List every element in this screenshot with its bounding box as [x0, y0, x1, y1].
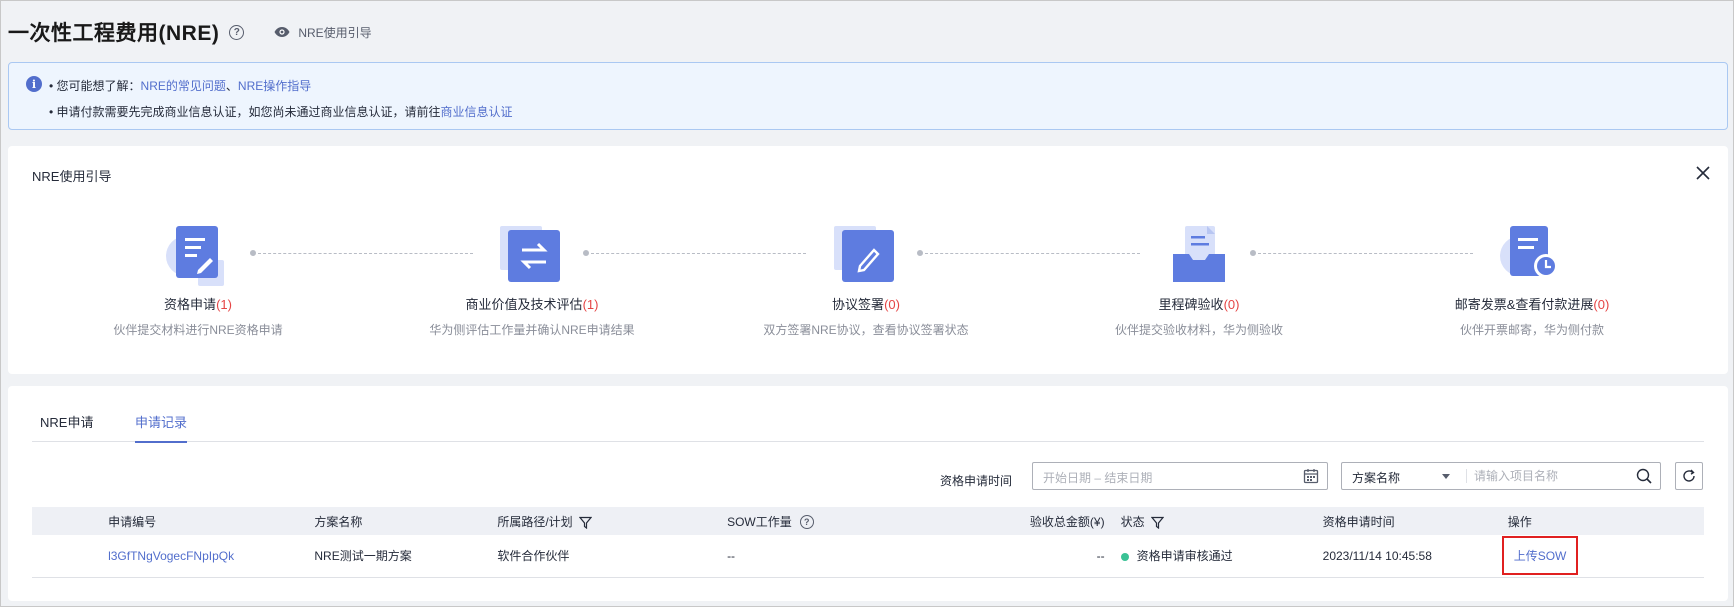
- pen-sign-icon: [834, 226, 898, 286]
- column-header: 操作: [1507, 514, 1532, 529]
- guide-card-title: NRE使用引导: [32, 169, 112, 184]
- step-desc: 伙伴提交材料进行NRE资格申请: [113, 323, 283, 337]
- cell-action: 上传SOW: [1500, 535, 1704, 577]
- step-name: 资格申请: [164, 297, 217, 312]
- nre-faq-link[interactable]: NRE的常见问题: [141, 79, 226, 93]
- column-header-label: 状态: [1120, 514, 1145, 529]
- caret-down-icon: [1442, 474, 1450, 479]
- step-desc: 伙伴提交验收材料，华为侧验收: [1114, 323, 1283, 337]
- column-header: 方案名称: [314, 514, 363, 529]
- application-id-link[interactable]: l3GfTNgVogecFNpIpQk: [100, 535, 306, 577]
- cell-time: 2023/11/14 10:45:58: [1322, 548, 1432, 563]
- page-title: 一次性工程费用(NRE): [8, 22, 220, 45]
- refresh-button[interactable]: [1675, 462, 1703, 490]
- cell-status: 资格申请审核通过: [1113, 535, 1315, 577]
- step-name: 邮寄发票&查看付款进展: [1454, 297, 1594, 312]
- table-header-row: 申请编号 方案名称 所属路径/计划 SOW工作量? 验收总金额(¥) 状态 资格…: [32, 507, 1704, 535]
- filter-icon[interactable]: [1150, 516, 1164, 529]
- table-row: l3GfTNgVogecFNpIpQk NRE测试一期方案 软件合作伙伴 -- …: [32, 535, 1704, 577]
- column-header-sow: SOW工作量?: [719, 507, 927, 535]
- column-header-path: 所属路径/计划: [489, 507, 719, 535]
- cell-amount: --: [1096, 548, 1105, 563]
- step-count: (0): [1223, 297, 1240, 312]
- step-count: (1): [216, 297, 232, 312]
- guide-link-label: NRE使用引导: [298, 25, 372, 40]
- step-name: 商业价值及技术评估: [465, 297, 583, 312]
- info-notice: i • 您可能想了解：NRE的常见问题、NRE操作指导 • 申请付款需要先完成商…: [8, 62, 1728, 130]
- date-filter-label: 资格申请时间: [940, 474, 1013, 488]
- step-name: 协议签署: [832, 297, 885, 312]
- help-icon[interactable]: ?: [799, 515, 814, 530]
- date-range-placeholder: 开始日期 – 结束日期: [1043, 471, 1153, 485]
- search-field-value: 方案名称: [1352, 471, 1401, 485]
- nre-guide-doc-link[interactable]: NRE操作指导: [238, 79, 311, 93]
- tab-nre-apply[interactable]: NRE申请: [40, 412, 93, 441]
- notice-text: • 您可能想了解：: [49, 79, 141, 93]
- close-icon[interactable]: [1696, 166, 1710, 180]
- column-header-label: SOW工作量: [727, 514, 792, 529]
- step-invoice-payment[interactable]: 邮寄发票&查看付款进展(0) 伙伴开票邮寄，华为侧付款: [1382, 226, 1682, 338]
- search-field-select[interactable]: 方案名称: [1342, 463, 1466, 489]
- inbox-document-icon: [1167, 226, 1231, 286]
- nre-guide-link[interactable]: NRE使用引导: [274, 24, 372, 41]
- step-qualification[interactable]: 资格申请(1) 伙伴提交材料进行NRE资格申请: [48, 226, 348, 338]
- step-count: (1): [582, 297, 599, 312]
- column-header: 验收总金额(¥): [1029, 514, 1105, 529]
- notice-line-auth: • 申请付款需要先完成商业信息认证，如您尚未通过商业信息认证，请前往商业信息认证: [49, 103, 513, 120]
- records-card: NRE申请 申请记录 资格申请时间 开始日期 – 结束日期 方案名称 请输入项目…: [8, 386, 1728, 601]
- calendar-icon: [1303, 469, 1319, 484]
- records-table: 申请编号 方案名称 所属路径/计划 SOW工作量? 验收总金额(¥) 状态 资格…: [32, 507, 1704, 578]
- column-header-label: 所属路径/计划: [497, 514, 573, 529]
- scheme-search-box: 方案名称: [1341, 462, 1661, 490]
- notice-separator: 、: [225, 79, 238, 93]
- guide-steps: 资格申请(1) 伙伴提交材料进行NRE资格申请 商业价值及技术评估(1) 华为侧…: [8, 226, 1728, 346]
- divider: [1466, 469, 1467, 483]
- search-icon[interactable]: [1636, 468, 1652, 484]
- search-input[interactable]: [1474, 466, 1624, 486]
- row-spacer: [32, 535, 100, 577]
- status-text: 资格申请审核通过: [1136, 549, 1233, 564]
- action-highlight: 上传SOW: [1501, 536, 1579, 576]
- page-header: 一次性工程费用(NRE) ? NRE使用引导: [8, 16, 372, 48]
- cell-sow: --: [727, 548, 736, 563]
- step-desc: 华为侧评估工作量并确认NRE申请结果: [429, 323, 635, 337]
- business-auth-link[interactable]: 商业信息认证: [441, 105, 513, 119]
- tab-apply-records[interactable]: 申请记录: [135, 412, 188, 443]
- filter-icon[interactable]: [578, 516, 592, 529]
- cell-scheme: NRE测试一期方案: [314, 549, 412, 564]
- document-clock-icon: [1500, 226, 1564, 286]
- help-icon[interactable]: ?: [229, 24, 245, 40]
- column-header: 申请编号: [108, 514, 157, 529]
- notice-line-faq: • 您可能想了解：NRE的常见问题、NRE操作指导: [49, 77, 311, 94]
- column-header: 资格申请时间: [1322, 514, 1395, 529]
- status-success-dot: [1120, 553, 1129, 562]
- notice-text: • 申请付款需要先完成商业信息认证，如您尚未通过商业信息认证，请前往: [49, 105, 441, 119]
- exchange-arrows-icon: [500, 226, 564, 286]
- step-count: (0): [884, 297, 900, 312]
- step-milestone-acceptance[interactable]: 里程碑验收(0) 伙伴提交验收材料，华为侧验收: [1049, 226, 1349, 338]
- checkbox-column: [32, 507, 100, 535]
- document-edit-icon: [166, 226, 230, 286]
- nre-guide-card: NRE使用引导 资格申请(1) 伙伴提交材料进行NRE资格申请 商业价值及技术评…: [8, 146, 1728, 374]
- tab-bar: NRE申请 申请记录: [32, 400, 1704, 443]
- step-desc: 伙伴开票邮寄，华为侧付款: [1459, 323, 1604, 337]
- step-evaluation[interactable]: 商业价值及技术评估(1) 华为侧评估工作量并确认NRE申请结果: [382, 226, 682, 338]
- upload-sow-link[interactable]: 上传SOW: [1514, 549, 1567, 563]
- eye-icon: [274, 27, 290, 37]
- step-count: (0): [1593, 297, 1610, 312]
- step-name: 里程碑验收: [1158, 297, 1224, 312]
- column-header-status: 状态: [1113, 507, 1315, 535]
- cell-path: 软件合作伙伴: [497, 549, 570, 564]
- step-agreement[interactable]: 协议签署(0) 双方签署NRE协议，查看协议签署状态: [716, 226, 1016, 338]
- info-icon: i: [26, 76, 42, 92]
- date-range-picker[interactable]: 开始日期 – 结束日期: [1032, 462, 1328, 490]
- step-desc: 双方签署NRE协议，查看协议签署状态: [763, 323, 969, 337]
- refresh-icon: [1683, 469, 1695, 482]
